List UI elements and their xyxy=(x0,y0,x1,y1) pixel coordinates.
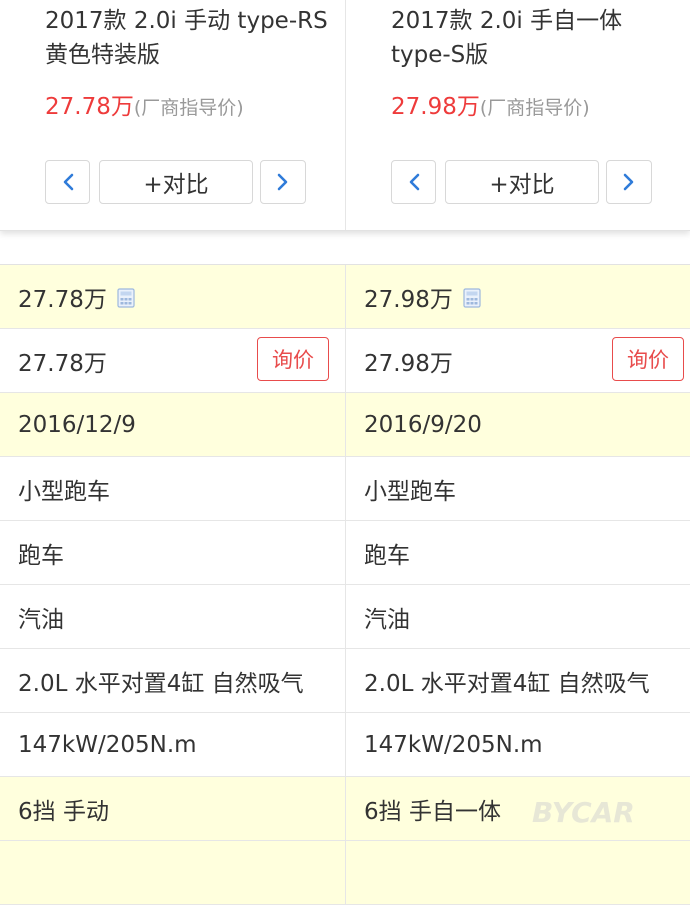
next-car-button[interactable] xyxy=(260,160,306,204)
table-cell xyxy=(345,841,690,904)
spec-table: 27.78万 27.98万 27.78万 询价 27.98万 询价 2016/1… xyxy=(0,264,690,905)
inquiry-button[interactable]: 询价 xyxy=(257,337,329,381)
table-row: 147kW/205N.m 147kW/205N.m xyxy=(0,713,690,777)
table-cell: 2016/12/9 xyxy=(18,411,136,438)
next-car-button[interactable] xyxy=(606,160,652,204)
table-cell: 汽油 xyxy=(18,606,64,633)
table-cell: 27.98万 xyxy=(345,265,690,328)
table-cell: 跑车 xyxy=(18,542,64,569)
chevron-right-icon xyxy=(623,173,634,191)
cell-value: 27.98万 xyxy=(364,286,453,313)
price-tag: (厂商指导价) xyxy=(133,97,244,119)
car-name: 2017款 2.0i 手动 type-RS黄色特装版 xyxy=(45,8,328,68)
table-cell: 147kW/205N.m xyxy=(18,731,197,758)
table-cell: 汽油 xyxy=(345,585,690,648)
table-row: 27.78万 27.98万 xyxy=(0,265,690,329)
table-cell: 27.98万 询价 xyxy=(345,329,690,392)
calculator-icon[interactable] xyxy=(463,287,481,308)
table-row: 2.0L 水平对置4缸 自然吸气 2.0L 水平对置4缸 自然吸气 xyxy=(0,649,690,713)
compare-header: 2017款 2.0i 手动 type-RS黄色特装版 27.78万(厂商指导价)… xyxy=(0,0,690,231)
car-price: 27.78万(厂商指导价) xyxy=(45,91,244,125)
table-cell: 2016/9/20 xyxy=(345,393,690,456)
prev-car-button[interactable] xyxy=(391,160,436,204)
price-value: 27.78万 xyxy=(45,94,134,120)
car-name: 2017款 2.0i 手自一体 type-S版 xyxy=(391,8,623,68)
table-cell: 6挡 手自一体 xyxy=(345,777,690,840)
table-cell: 27.78万 xyxy=(0,265,345,328)
table-cell: 2.0L 水平对置4缸 自然吸气 xyxy=(345,649,690,712)
table-cell: 147kW/205N.m xyxy=(345,713,690,776)
car-card-2: 2017款 2.0i 手自一体 type-S版 27.98万(厂商指导价) +对… xyxy=(345,0,690,230)
cell-value: 27.78万 xyxy=(18,286,107,313)
prev-car-button[interactable] xyxy=(45,160,90,204)
table-cell: 2.0L 水平对置4缸 自然吸气 xyxy=(18,670,304,697)
table-cell xyxy=(0,841,345,904)
table-row: 2016/12/9 2016/9/20 xyxy=(0,393,690,457)
price-value: 27.98万 xyxy=(391,94,480,120)
cell-value: 27.98万 xyxy=(364,350,453,377)
add-compare-button[interactable]: +对比 xyxy=(99,160,253,204)
table-cell: 小型跑车 xyxy=(345,457,690,520)
table-row: 汽油 汽油 xyxy=(0,585,690,649)
inquiry-button[interactable]: 询价 xyxy=(612,337,684,381)
table-cell: 6挡 手动 xyxy=(18,798,109,825)
table-cell: 小型跑车 xyxy=(18,478,110,505)
table-row: 27.78万 询价 27.98万 询价 xyxy=(0,329,690,393)
table-row: 6挡 手动 6挡 手自一体 xyxy=(0,777,690,841)
cell-value: 27.78万 xyxy=(18,350,107,377)
car-card-1: 2017款 2.0i 手动 type-RS黄色特装版 27.78万(厂商指导价)… xyxy=(0,0,345,230)
table-row: 跑车 跑车 xyxy=(0,521,690,585)
chevron-right-icon xyxy=(277,173,288,191)
chevron-left-icon xyxy=(63,173,73,191)
chevron-left-icon xyxy=(409,173,419,191)
car-price: 27.98万(厂商指导价) xyxy=(391,91,590,125)
table-cell: 跑车 xyxy=(345,521,690,584)
table-row xyxy=(0,841,690,905)
table-row: 小型跑车 小型跑车 xyxy=(0,457,690,521)
add-compare-button[interactable]: +对比 xyxy=(445,160,599,204)
table-cell: 27.78万 询价 xyxy=(0,329,345,392)
price-tag: (厂商指导价) xyxy=(479,97,590,119)
calculator-icon[interactable] xyxy=(117,287,135,308)
